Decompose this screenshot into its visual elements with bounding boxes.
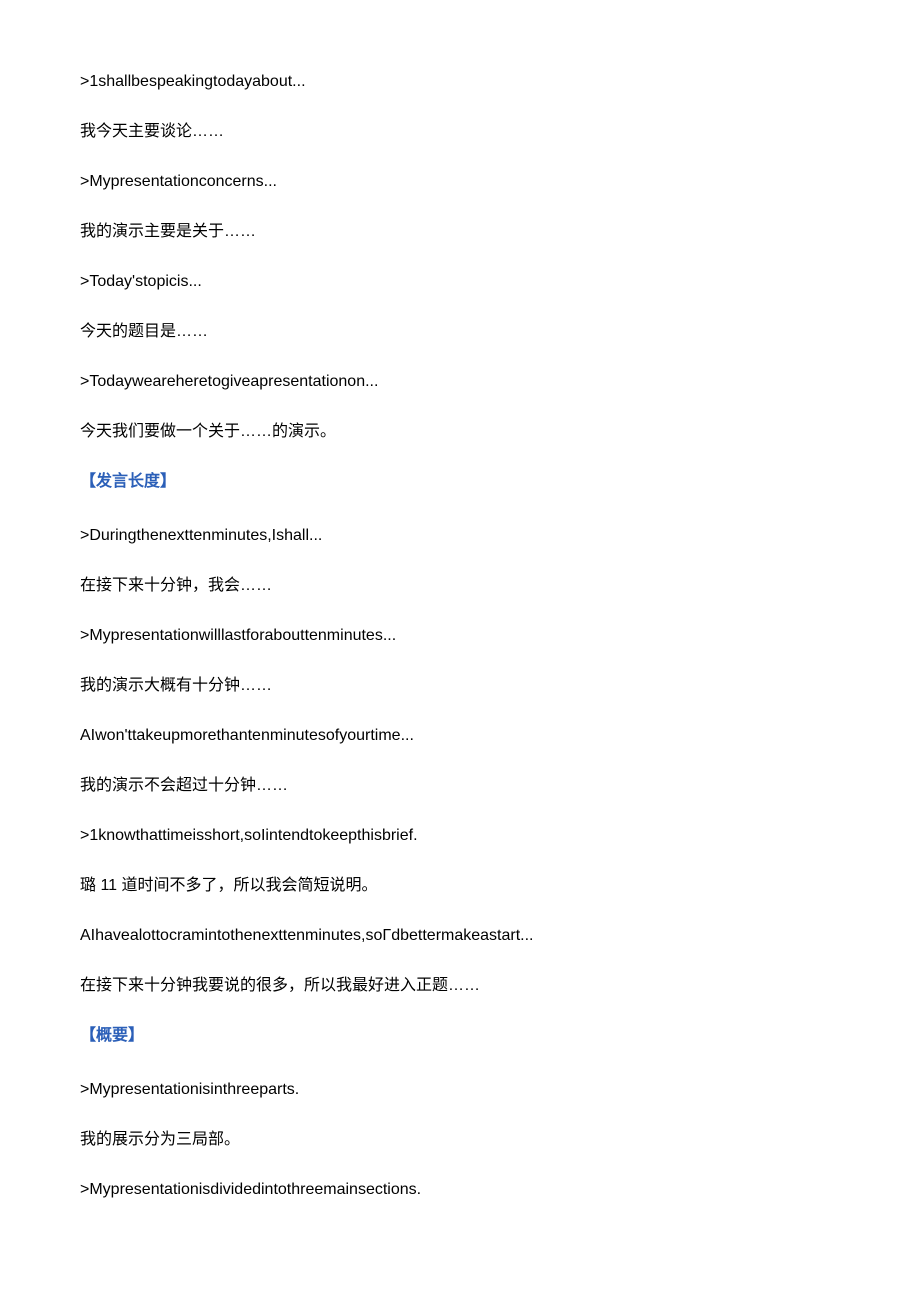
text-line: 在接下来十分钟，我会…… — [80, 574, 840, 598]
text-line: >1knowthattimeisshort,soIintendtokeepthi… — [80, 824, 840, 848]
text-line: >Today'stopicis... — [80, 270, 840, 294]
text-line: 今天的题目是…… — [80, 320, 840, 344]
text-line: >1shallbespeakingtodayabout... — [80, 70, 840, 94]
document-content: >1shallbespeakingtodayabout... 我今天主要谈论…… >… — [80, 70, 840, 1202]
section-heading: 【概要】 — [80, 1024, 840, 1048]
text-line: 我的展示分为三局部。 — [80, 1128, 840, 1152]
text-line: 在接下来十分钟我要说的很多，所以我最好进入正题…… — [80, 974, 840, 998]
text-line: 我的演示不会超过十分钟…… — [80, 774, 840, 798]
text-line: >Mypresentationwilllastforabouttenminute… — [80, 624, 840, 648]
text-line: 我的演示大概有十分钟…… — [80, 674, 840, 698]
text-line: >Mypresentationconcerns... — [80, 170, 840, 194]
text-line: AIwon'ttakeupmorethantenminutesofyourtim… — [80, 724, 840, 748]
section-heading: 【发言长度】 — [80, 470, 840, 494]
text-line: >Mypresentationisdividedintothreemainsec… — [80, 1178, 840, 1202]
text-line: AIhavealottocramintothenexttenminutes,so… — [80, 924, 840, 948]
text-line: 今天我们要做一个关于……的演示。 — [80, 420, 840, 444]
text-line: >Mypresentationisinthreeparts. — [80, 1078, 840, 1102]
text-line: 我的演示主要是关于…… — [80, 220, 840, 244]
text-line: 我今天主要谈论…… — [80, 120, 840, 144]
text-line: >Todayweareheretogiveapresentationon... — [80, 370, 840, 394]
text-line: >Duringthenexttenminutes,Ishall... — [80, 524, 840, 548]
text-line: 璐 11 道时间不多了，所以我会简短说明。 — [80, 874, 840, 898]
